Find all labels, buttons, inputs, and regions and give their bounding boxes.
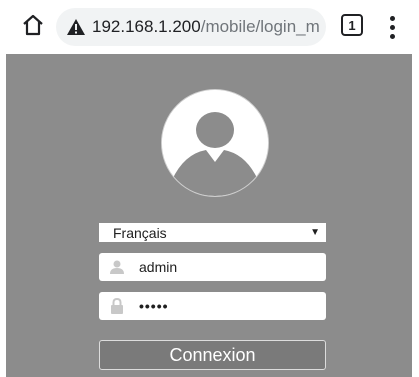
username-field[interactable]: admin: [99, 253, 326, 281]
connexion-button[interactable]: Connexion: [99, 340, 326, 370]
url-path: /mobile/login_m: [200, 17, 320, 36]
tab-switcher-button[interactable]: 1: [341, 14, 363, 36]
browser-toolbar: 192.168.1.200/mobile/login_m 1: [0, 0, 419, 54]
more-vert-icon[interactable]: [382, 13, 402, 41]
home-button[interactable]: [18, 12, 48, 42]
address-bar[interactable]: 192.168.1.200/mobile/login_m: [56, 8, 326, 46]
password-field[interactable]: •••••: [99, 292, 326, 320]
caret-down-icon: ▼: [310, 227, 320, 238]
home-icon: [21, 13, 45, 42]
language-select[interactable]: Français ▼: [99, 223, 326, 242]
language-selected-value: Français: [113, 224, 167, 241]
login-page: Français ▼ admin ••••• Connexion: [6, 54, 412, 377]
warning-icon[interactable]: [66, 18, 86, 36]
connexion-button-label: Connexion: [169, 344, 256, 365]
username-value: admin: [139, 259, 178, 275]
url-text: 192.168.1.200/mobile/login_m: [92, 17, 320, 37]
password-value: •••••: [139, 298, 169, 314]
avatar-icon: [161, 89, 269, 197]
url-host: 192.168.1.200: [92, 17, 201, 36]
lock-icon: [99, 298, 135, 314]
tab-count: 1: [348, 17, 356, 33]
user-icon: [99, 259, 135, 275]
